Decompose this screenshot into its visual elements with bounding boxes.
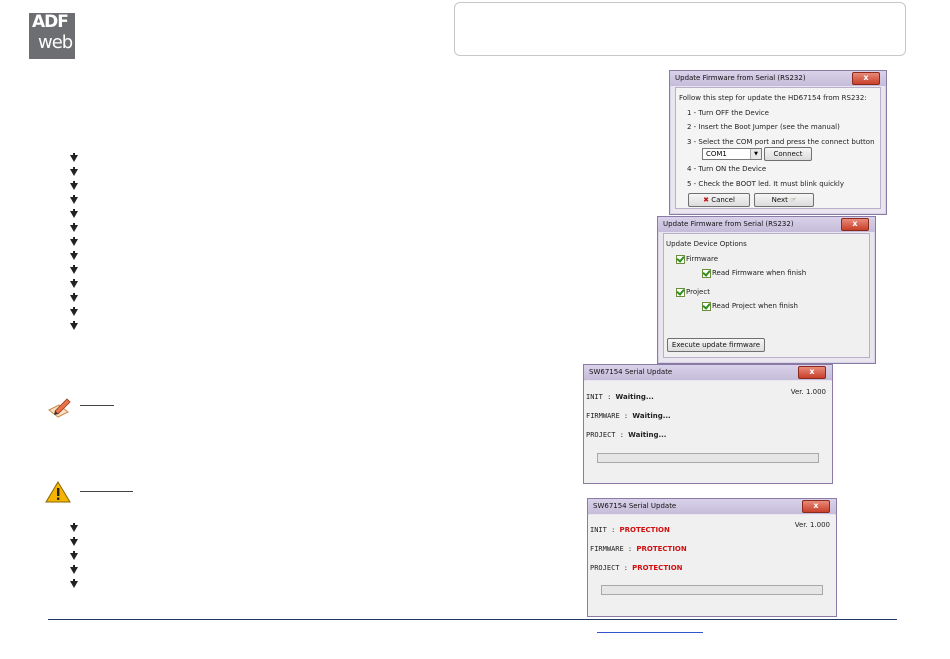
read-project-checkbox[interactable] <box>702 302 711 311</box>
footer-link-underline[interactable] <box>597 632 703 633</box>
project-label: PROJECT : <box>590 564 628 572</box>
options-label: Update Device Options <box>666 240 747 248</box>
dialog-body: Follow this step for update the HD67154 … <box>675 87 881 209</box>
init-status: INIT : PROTECTION <box>590 526 670 534</box>
bullet-icon <box>69 307 79 317</box>
note-underline <box>80 405 114 406</box>
firmware-value: PROTECTION <box>636 545 687 553</box>
init-label: INIT : <box>586 393 612 401</box>
version-text: Ver. 1.000 <box>794 521 830 529</box>
bullet-icon <box>69 167 79 177</box>
dialog-body: Ver. 1.000 INIT : PROTECTION FIRMWARE : … <box>588 515 836 616</box>
init-value: PROTECTION <box>619 526 670 534</box>
chevron-down-icon: ▼ <box>750 149 761 159</box>
read-firmware-checkbox[interactable] <box>702 269 711 278</box>
close-button[interactable]: x <box>841 218 869 231</box>
bullet-icon <box>69 279 79 289</box>
close-button[interactable]: x <box>852 72 880 85</box>
bullet-icon <box>69 523 79 533</box>
close-button[interactable]: x <box>802 500 830 513</box>
note-pencil-icon <box>46 396 72 422</box>
bullet-icon <box>69 237 79 247</box>
next-label: Next <box>771 196 788 204</box>
firmware-label: Firmware <box>686 255 719 263</box>
update-options-dialog: Update Firmware from Serial (RS232) x Up… <box>657 216 876 364</box>
project-status: PROJECT : Waiting... <box>586 431 666 439</box>
cancel-x-icon: ✖ <box>703 196 709 204</box>
read-firmware-label: Read Firmware when finish <box>712 269 807 277</box>
project-checkbox[interactable] <box>676 288 685 297</box>
project-value: Waiting... <box>628 431 667 439</box>
header-box <box>454 2 906 56</box>
connect-button[interactable]: Connect <box>764 147 812 161</box>
cancel-button[interactable]: ✖ Cancel <box>688 193 750 207</box>
version-text: Ver. 1.000 <box>790 388 826 396</box>
warning-underline <box>80 491 133 492</box>
com-port-select[interactable]: COM1 ▼ <box>702 148 762 160</box>
firmware-checkbox[interactable] <box>676 255 685 264</box>
init-label: INIT : <box>590 526 616 534</box>
bullet-icon <box>69 223 79 233</box>
init-value: Waiting... <box>615 393 654 401</box>
update-firmware-dialog: Update Firmware from Serial (RS232) x Fo… <box>669 70 887 215</box>
serial-update-waiting-dialog: SW67154 Serial Update x Ver. 1.000 INIT … <box>583 364 833 484</box>
bullet-icon <box>69 209 79 219</box>
firmware-value: Waiting... <box>632 412 671 420</box>
init-status: INIT : Waiting... <box>586 393 654 401</box>
hand-pointer-icon: ☞ <box>790 196 797 204</box>
bullet-icon <box>69 579 79 589</box>
project-label: Project <box>686 288 710 296</box>
project-value: PROTECTION <box>632 564 683 572</box>
bullet-icon <box>69 265 79 275</box>
firmware-status: FIRMWARE : Waiting... <box>586 412 671 420</box>
cancel-label: Cancel <box>711 196 735 204</box>
firmware-status: FIRMWARE : PROTECTION <box>590 545 687 553</box>
step-5: 5 - Check the BOOT led. It must blink qu… <box>687 180 845 188</box>
step-2: 2 - Insert the Boot Jumper (see the manu… <box>687 123 840 131</box>
bullet-icon <box>69 251 79 261</box>
step-3: 3 - Select the COM port and press the co… <box>687 138 875 146</box>
com-port-value: COM1 <box>706 150 727 158</box>
firmware-label: FIRMWARE : <box>590 545 633 553</box>
progress-bar <box>597 453 819 463</box>
dialog-body: Update Device Options Firmware Read Firm… <box>663 233 870 358</box>
logo-text-bottom: web <box>38 32 73 53</box>
dialog-title: SW67154 Serial Update <box>584 365 832 380</box>
bullet-icon <box>69 195 79 205</box>
firmware-label: FIRMWARE : <box>586 412 629 420</box>
footer-rule <box>48 619 897 620</box>
read-project-label: Read Project when finish <box>712 302 798 310</box>
serial-update-protection-dialog: SW67154 Serial Update x Ver. 1.000 INIT … <box>587 498 837 617</box>
bullet-icon <box>69 293 79 303</box>
logo-text-top: ADF <box>32 12 69 32</box>
adfweb-logo: ADF web <box>29 12 75 59</box>
project-label: PROJECT : <box>586 431 624 439</box>
next-button[interactable]: Next ☞ <box>754 193 814 207</box>
execute-update-button[interactable]: Execute update firmware <box>667 338 765 352</box>
warning-icon <box>45 481 71 507</box>
bullet-icon <box>69 551 79 561</box>
bullet-icon <box>69 153 79 163</box>
step-1: 1 - Turn OFF the Device <box>687 109 769 117</box>
progress-bar <box>601 585 823 595</box>
step-4: 4 - Turn ON the Device <box>687 165 767 173</box>
intro-text: Follow this step for update the HD67154 … <box>679 94 867 102</box>
dialog-title: SW67154 Serial Update <box>588 499 836 514</box>
bullet-icon <box>69 565 79 575</box>
dialog-body: Ver. 1.000 INIT : Waiting... FIRMWARE : … <box>584 381 832 483</box>
project-status: PROJECT : PROTECTION <box>590 564 683 572</box>
bullet-icon <box>69 181 79 191</box>
close-button[interactable]: x <box>798 366 826 379</box>
bullet-icon <box>69 537 79 547</box>
bullet-icon <box>69 321 79 331</box>
